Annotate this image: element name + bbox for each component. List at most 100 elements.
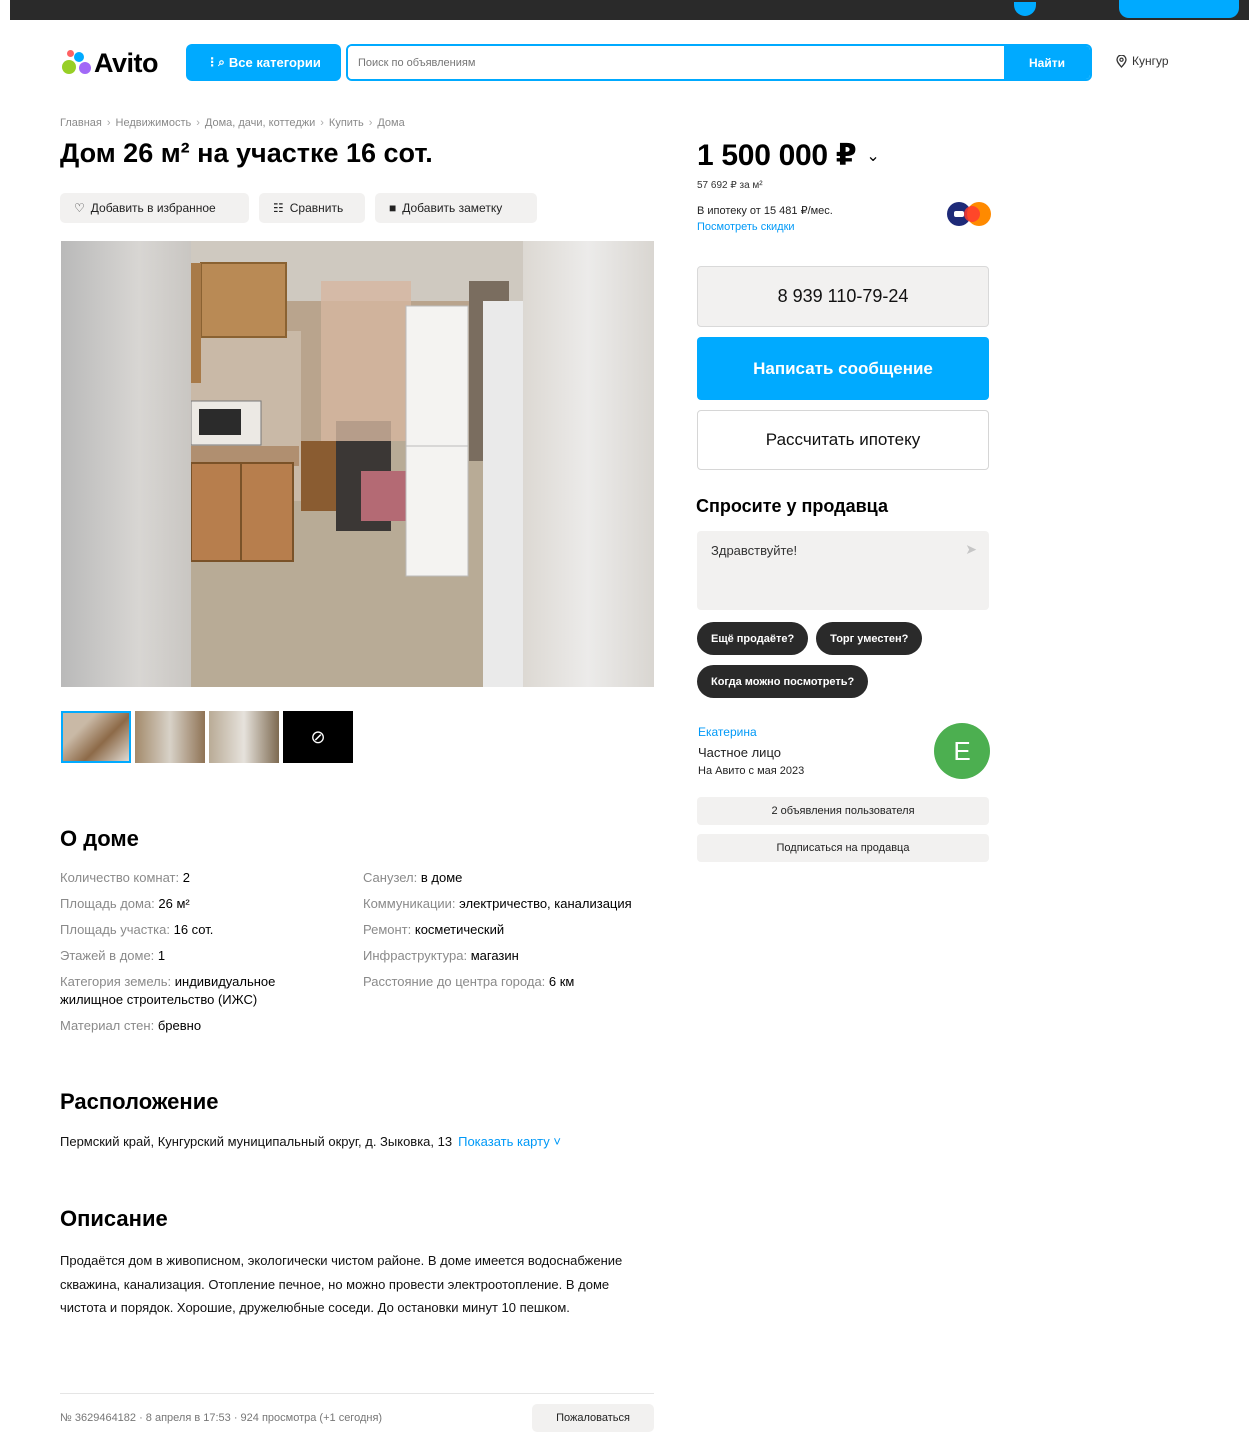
avito-logo[interactable]: Avito [60,46,159,80]
listing-actions: ♡ Добавить в избранное ☷ Сравнить ■ Доба… [60,193,537,223]
location-selector[interactable]: Кунгур [1116,54,1169,68]
param-value: 26 м² [158,896,190,911]
param-value: 1 [157,948,166,963]
calc-mortgage-button[interactable]: Рассчитать ипотеку [697,410,989,470]
address-text: Пермский край, Кунгурский муниципальный … [60,1134,453,1149]
view-discounts-link[interactable]: Посмотреть скидки [697,221,795,233]
param-row: Инфраструктура: магазин [363,947,643,965]
compare-icon: ☷ [273,201,284,215]
price[interactable]: 1 500 000 ₽ ⌄ [697,138,880,173]
param-row: Этажей в доме: 1 [60,947,340,965]
browser-top-bar [10,0,1249,20]
gallery-blur-right [522,241,654,687]
add-note-button[interactable]: ■ Добавить заметку [375,193,537,223]
logo-text: Avito [94,47,159,78]
quick-question-chip[interactable]: Когда можно посмотреть? [697,665,869,698]
param-key: Материал стен: [60,1018,158,1033]
note-icon: ■ [389,201,397,215]
seller-listings-button[interactable]: 2 объявления пользователя [697,797,989,825]
compare-label: Сравнить [289,201,344,215]
param-key: Санузел: [363,870,421,885]
seller-since: На Авито с мая 2023 [698,765,805,777]
address: Пермский край, Кунгурский муниципальный … [60,1134,561,1149]
param-row: Материал стен: бревно [60,1017,340,1035]
ask-seller-input[interactable]: Здравствуйте! [711,543,797,558]
heart-icon: ♡ [74,201,85,215]
param-key: Инфраструктура: [363,948,471,963]
note-label: Добавить заметку [402,201,503,215]
ask-seller-title: Спросите у продавца [696,496,888,516]
breadcrumb-item[interactable]: Купить [329,117,364,129]
thumbnail[interactable] [135,711,205,763]
send-icon[interactable]: ➤ [965,541,977,558]
param-value: магазин [470,948,519,963]
thumbnail[interactable] [209,711,279,763]
search-button[interactable]: Найти [1004,46,1090,79]
seller-name-link[interactable]: Екатерина [698,725,757,739]
breadcrumb-item[interactable]: Главная [60,117,102,129]
param-key: Расстояние до центра города: [363,974,549,989]
param-row: Расстояние до центра города: 6 км [363,973,643,991]
photo-gallery[interactable] [61,241,654,687]
page-title: Дом 26 м² на участке 16 сот. [60,138,433,168]
mortgage-info: В ипотеку от 15 481 ₽/мес. [697,205,833,217]
divider [60,1393,654,1394]
param-key: Площадь участка: [60,922,174,937]
param-key: Площадь дома: [60,896,159,911]
show-phone-button[interactable]: 8 939 110-79-24 [697,266,989,327]
site-header: Avito ⋮⌕ Все категории Найти Кунгур [60,44,1190,82]
ask-seller-box[interactable]: Здравствуйте! ➤ [697,531,989,610]
search-input[interactable] [348,46,1004,79]
quick-questions: Ещё продаёте? Торг уместен? Когда можно … [697,622,989,698]
show-map-link[interactable]: Показать карту ˅ [458,1134,561,1149]
param-key: Этажей в доме: [60,948,158,963]
avatar[interactable]: Е [934,723,990,779]
breadcrumb-item[interactable]: Недвижимость [116,117,192,129]
favorite-label: Добавить в избранное [90,201,216,215]
chevron-down-icon: ⌄ [866,147,880,165]
top-bar-button[interactable] [1119,0,1239,18]
breadcrumb-separator: › [106,117,111,129]
param-key: Категория земель: [60,974,175,989]
compare-button[interactable]: ☷ Сравнить [259,193,365,223]
param-row: Ремонт: косметический [363,921,643,939]
kitchen-photo [191,241,523,687]
thumbnail[interactable] [61,711,131,763]
quick-question-chip[interactable]: Торг уместен? [816,622,923,655]
search-bar: Найти [346,44,1092,81]
subscribe-seller-button[interactable]: Подписаться на продавца [697,834,989,862]
location-pin-icon [1116,54,1127,68]
param-value: 6 км [548,974,575,989]
write-message-button[interactable]: Написать сообщение [697,337,989,400]
param-key: Количество комнат: [60,870,183,885]
breadcrumb-item[interactable]: Дома, дачи, коттеджи [205,117,315,129]
description-text: Продаётся дом в живописном, экологически… [60,1253,623,1315]
param-row: Санузел: в доме [363,869,643,887]
all-categories-button[interactable]: ⋮⌕ Все категории [186,44,341,81]
report-button[interactable]: Пожаловаться [532,1404,654,1432]
bank-logo-icon [947,202,991,226]
video-play-icon: ⊘ [310,726,326,747]
add-to-favorites-button[interactable]: ♡ Добавить в избранное [60,193,249,223]
house-params-left: Количество комнат: 2 Площадь дома: 26 м²… [60,869,340,1043]
param-row: Категория земель: индивидуальное жилищно… [60,973,340,1009]
avito-logo-icon [60,48,92,78]
all-categories-label: Все категории [228,55,321,70]
location-label: Кунгур [1132,54,1169,68]
param-row: Коммуникации: электричество, канализация [363,895,643,913]
quick-question-chip[interactable]: Ещё продаёте? [697,622,809,655]
param-value: бревно [157,1018,202,1033]
listing-meta: № 3629464182 · 8 апреля в 17:53 · 924 пр… [60,1412,383,1424]
param-row: Площадь участка: 16 сот. [60,921,340,939]
gallery-blur-left [61,241,191,687]
breadcrumb-item[interactable]: Дома [377,117,404,129]
thumbnail-strip: ⊘ [61,711,353,763]
about-house-title: О доме [60,826,139,851]
breadcrumb: Главная › Недвижимость › Дома, дачи, котте… [60,117,405,129]
video-thumbnail[interactable]: ⊘ [283,711,353,763]
param-value: косметический [414,922,505,937]
house-params-right: Санузел: в доме Коммуникации: электричес… [363,869,643,999]
price-per-m2: 57 692 ₽ за м² [697,180,763,191]
main-photo[interactable] [191,241,523,687]
param-value: в доме [420,870,463,885]
